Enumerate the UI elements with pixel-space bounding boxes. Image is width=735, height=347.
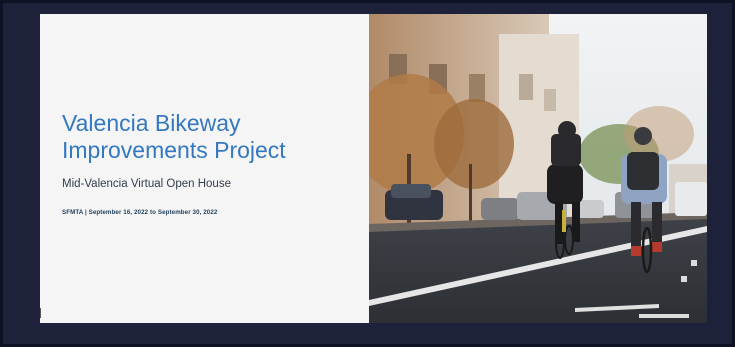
street-cyclists-photo: [369, 14, 707, 323]
slide-title-line2: Improvements Project: [62, 137, 286, 163]
slide-title-line1: Valencia Bikeway: [62, 110, 241, 136]
text-cursor: [40, 308, 41, 318]
presentation-slide: Valencia Bikeway Improvements Project Mi…: [40, 14, 707, 323]
slide-text-panel: Valencia Bikeway Improvements Project Mi…: [40, 14, 369, 323]
slide-meta: SFMTA | September 16, 2022 to September …: [62, 209, 218, 216]
slide-title: Valencia Bikeway Improvements Project: [62, 110, 362, 164]
slide-subtitle: Mid-Valencia Virtual Open House: [62, 178, 231, 190]
